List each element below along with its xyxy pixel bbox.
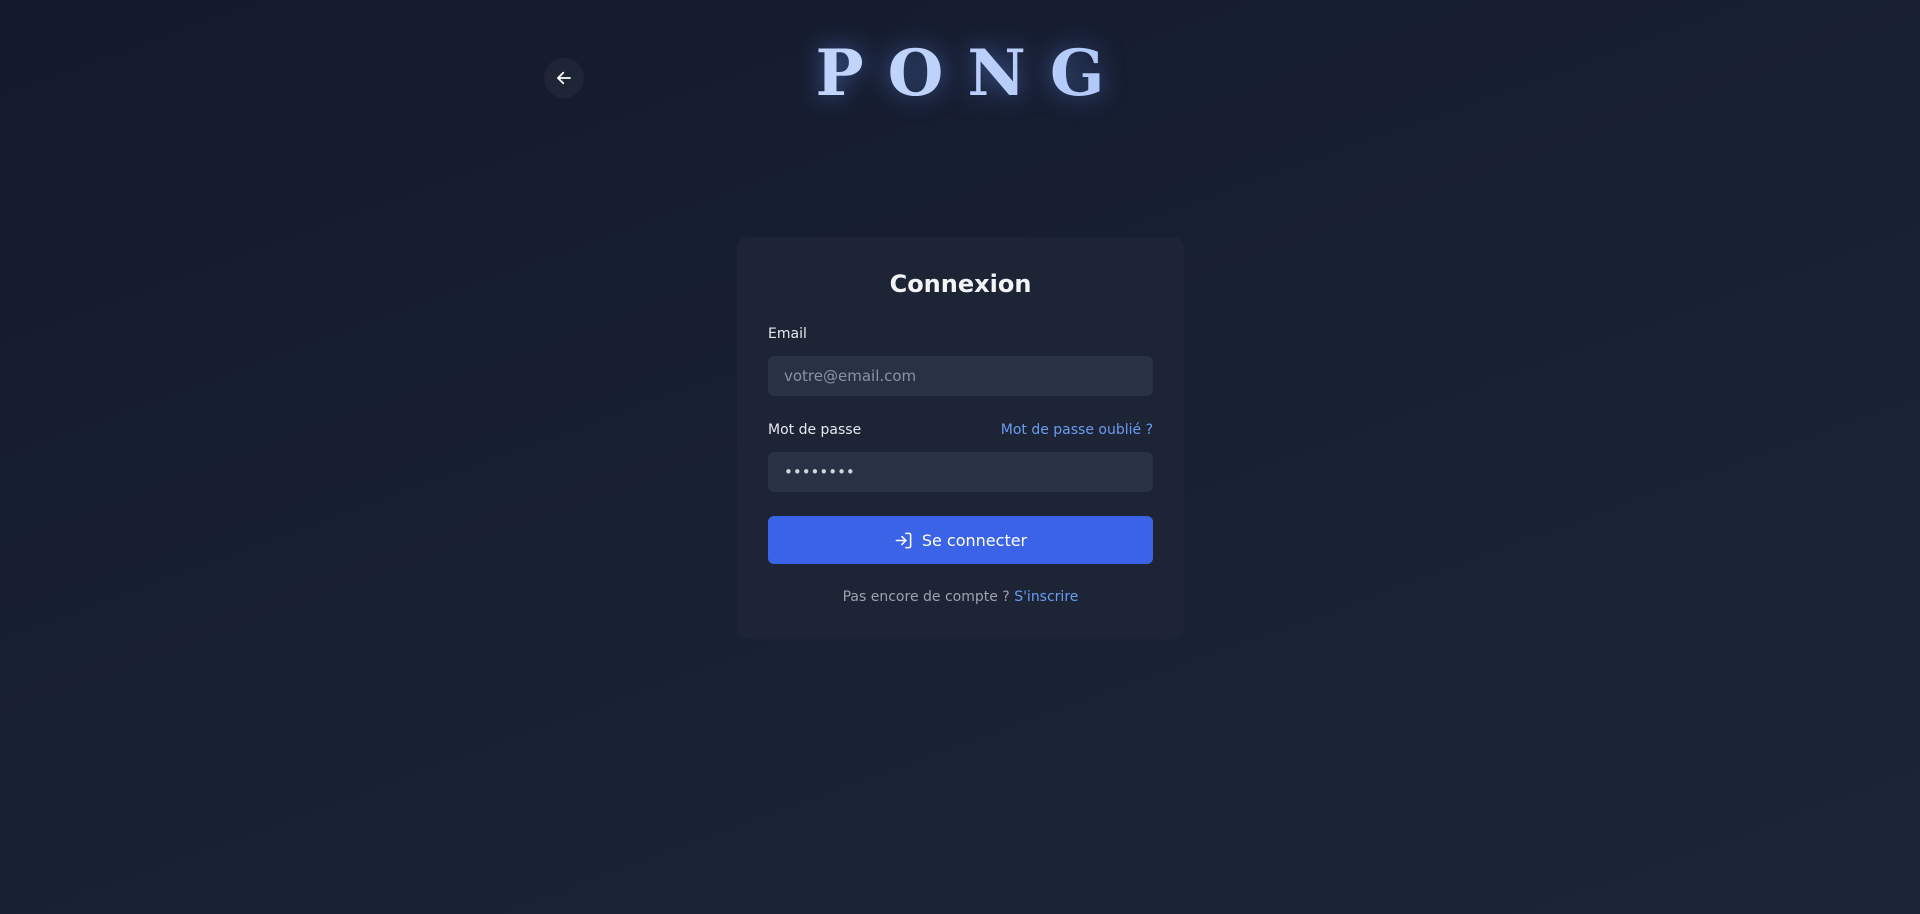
signup-prompt: Pas encore de compte ? S'inscrire: [737, 588, 1184, 606]
password-input[interactable]: [768, 452, 1153, 492]
login-submit-label: Se connecter: [921, 530, 1028, 550]
email-label: Email: [768, 326, 807, 342]
login-card: Connexion Email Mot de passe Mot de pass…: [737, 237, 1184, 639]
password-label: Mot de passe: [768, 422, 862, 438]
email-input[interactable]: [768, 356, 1153, 396]
forgot-password-link[interactable]: Mot de passe oublié ?: [1001, 421, 1153, 439]
no-account-text: Pas encore de compte ?: [842, 589, 1010, 605]
login-submit-button[interactable]: Se connecter: [768, 516, 1153, 564]
app-logo: PONG: [0, 36, 1920, 112]
login-icon: [895, 532, 912, 548]
signup-link[interactable]: S'inscrire: [1014, 589, 1078, 605]
login-title: Connexion: [889, 270, 1032, 298]
